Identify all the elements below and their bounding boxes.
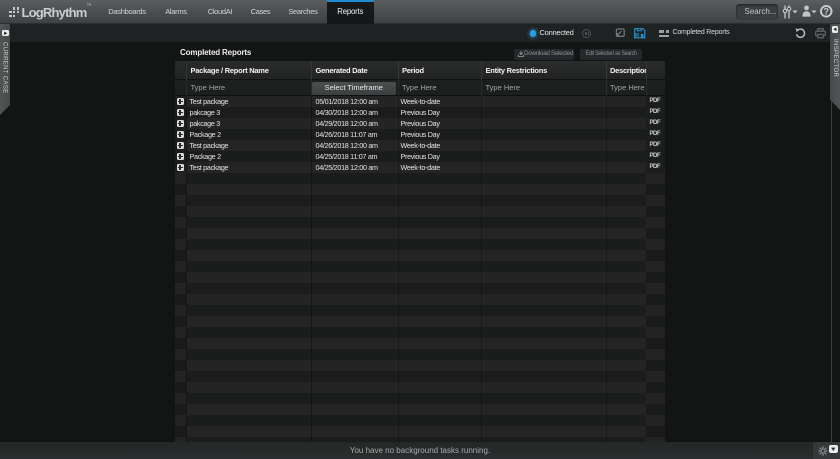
svg-text:?: ? <box>823 6 829 16</box>
